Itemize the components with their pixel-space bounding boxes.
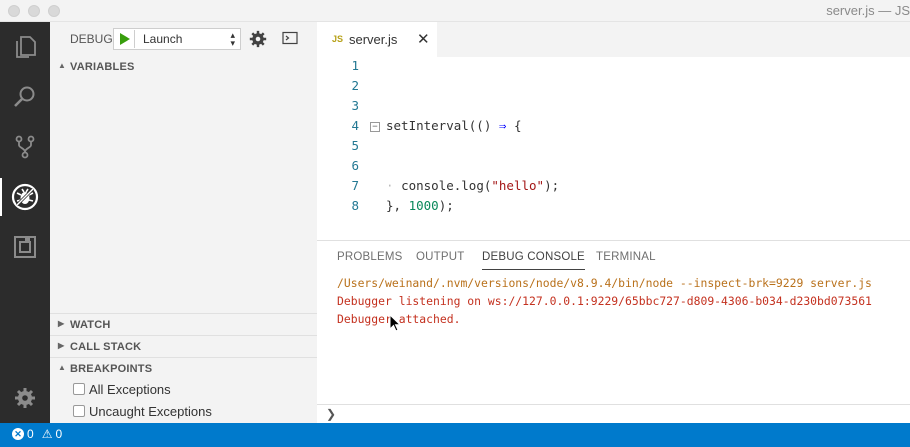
collapsed-chevron-icon: ▶ [58, 341, 65, 350]
call-stack-section-header[interactable]: ▶ CALL STACK [50, 335, 317, 357]
settings-gear-icon[interactable] [0, 373, 50, 423]
code-token: console.log( [401, 178, 492, 193]
extensions-icon[interactable] [0, 222, 50, 272]
open-debug-console-icon[interactable] [282, 31, 298, 48]
javascript-file-icon: JS [332, 34, 344, 44]
tab-output[interactable]: OUTPUT [416, 251, 464, 263]
variables-label: VARIABLES [70, 61, 135, 73]
play-icon [119, 33, 130, 45]
repl-input[interactable]: ❯ [317, 404, 910, 424]
launch-config-value: Launch [143, 32, 183, 46]
window-title: server.js — JS [826, 3, 910, 18]
watch-section-header[interactable]: ▶ WATCH [50, 313, 317, 335]
source-control-icon[interactable] [0, 122, 50, 172]
line-number: 6 [351, 158, 359, 173]
activity-bar [0, 22, 50, 423]
close-tab-icon[interactable]: ✕ [417, 30, 430, 48]
debug-sidebar: DEBUG Launch ▴ ▾ ▲ VARIABLES ▶ WATCH ▶ CA… [50, 22, 317, 423]
code-line: 3 [317, 97, 910, 117]
uncaught-exceptions-checkbox[interactable] [73, 405, 85, 417]
breakpoint-uncaught-exceptions: Uncaught Exceptions [50, 401, 317, 423]
editor-tab-bar: JS server.js ✕ [317, 22, 910, 57]
select-updown-icon: ▴ ▾ [230, 30, 235, 48]
breakpoint-label: All Exceptions [89, 382, 171, 397]
minimize-window-button[interactable] [28, 5, 40, 17]
watch-label: WATCH [70, 319, 111, 331]
tab-terminal[interactable]: TERMINAL [596, 251, 656, 263]
all-exceptions-checkbox[interactable] [73, 383, 85, 395]
line-number: 1 [351, 58, 359, 73]
error-icon: ✕ [12, 428, 24, 440]
debug-icon[interactable] [0, 172, 50, 222]
expanded-chevron-icon: ▲ [58, 363, 66, 372]
error-count: 0 [27, 427, 34, 441]
line-number: 8 [351, 198, 359, 213]
fold-collapse-icon[interactable]: − [370, 122, 380, 132]
title-bar: server.js — JS [0, 0, 910, 22]
collapsed-chevron-icon: ▶ [58, 319, 65, 328]
variables-section-header[interactable]: ▲ VARIABLES [50, 56, 317, 78]
warning-count: 0 [55, 427, 63, 441]
line-number: 5 [351, 138, 359, 153]
tab-problems[interactable]: PROBLEMS [337, 251, 403, 263]
tab-server-js[interactable]: JS server.js ✕ [317, 22, 437, 57]
code-token: ); [544, 178, 560, 193]
configure-launch-gear-icon[interactable] [249, 30, 267, 51]
breakpoints-section-header[interactable]: ▲ BREAKPOINTS [50, 357, 317, 379]
code-line: 6 [317, 157, 910, 177]
call-stack-label: CALL STACK [70, 341, 142, 353]
search-icon[interactable] [0, 72, 50, 122]
problems-status[interactable]: ✕ 0 ⚠ 0 [12, 427, 62, 441]
code-line: 1 [317, 57, 910, 77]
code-line: 8 }, 1000); [317, 197, 910, 217]
tab-debug-console[interactable]: DEBUG CONSOLE [482, 251, 585, 270]
line-number: 7 [351, 178, 359, 193]
status-bar: ✕ 0 ⚠ 0 [0, 423, 910, 447]
code-line: 4 − setInterval(() ⇒ { [317, 117, 910, 137]
code-line: 5 [317, 137, 910, 157]
warning-icon: ⚠ [41, 427, 53, 441]
code-token: ); [438, 198, 454, 213]
debug-toolbar: DEBUG Launch ▴ ▾ [50, 22, 317, 57]
console-output-line: Debugger listening on ws://127.0.0.1:922… [337, 294, 872, 308]
breakpoint-all-exceptions: All Exceptions [50, 379, 317, 401]
code-token: { [506, 118, 522, 133]
code-token: setInterval(() [386, 118, 499, 133]
debug-label: DEBUG [70, 32, 113, 46]
code-editor[interactable]: 1 2 3 4 − setInterval(() ⇒ { 5 6 7 · con… [317, 57, 910, 240]
line-number: 4 [351, 118, 359, 133]
expanded-chevron-icon: ▲ [58, 61, 66, 70]
line-number: 3 [351, 98, 359, 113]
breakpoint-label: Uncaught Exceptions [89, 404, 212, 419]
code-token: }, [386, 198, 409, 213]
start-debugging-button[interactable] [115, 30, 135, 48]
code-line: 7 · console.log("hello"); [317, 177, 910, 197]
line-number: 2 [351, 78, 359, 93]
tab-label: server.js [349, 32, 398, 47]
whitespace-marker: · [386, 178, 394, 193]
debug-console-panel: PROBLEMS OUTPUT DEBUG CONSOLE TERMINAL /… [317, 240, 910, 423]
breakpoints-label: BREAKPOINTS [70, 363, 153, 375]
mouse-cursor-icon [389, 314, 401, 332]
close-window-button[interactable] [8, 5, 20, 17]
code-token: "hello" [491, 178, 545, 193]
explorer-icon[interactable] [0, 22, 50, 72]
maximize-window-button[interactable] [48, 5, 60, 17]
console-output-line: /Users/weinand/.nvm/versions/node/v8.9.4… [337, 276, 872, 290]
code-line: 2 [317, 77, 910, 97]
repl-prompt-icon: ❯ [326, 407, 337, 421]
code-token: 1000 [408, 198, 439, 213]
launch-config-select[interactable]: Launch ▴ ▾ [113, 28, 241, 50]
